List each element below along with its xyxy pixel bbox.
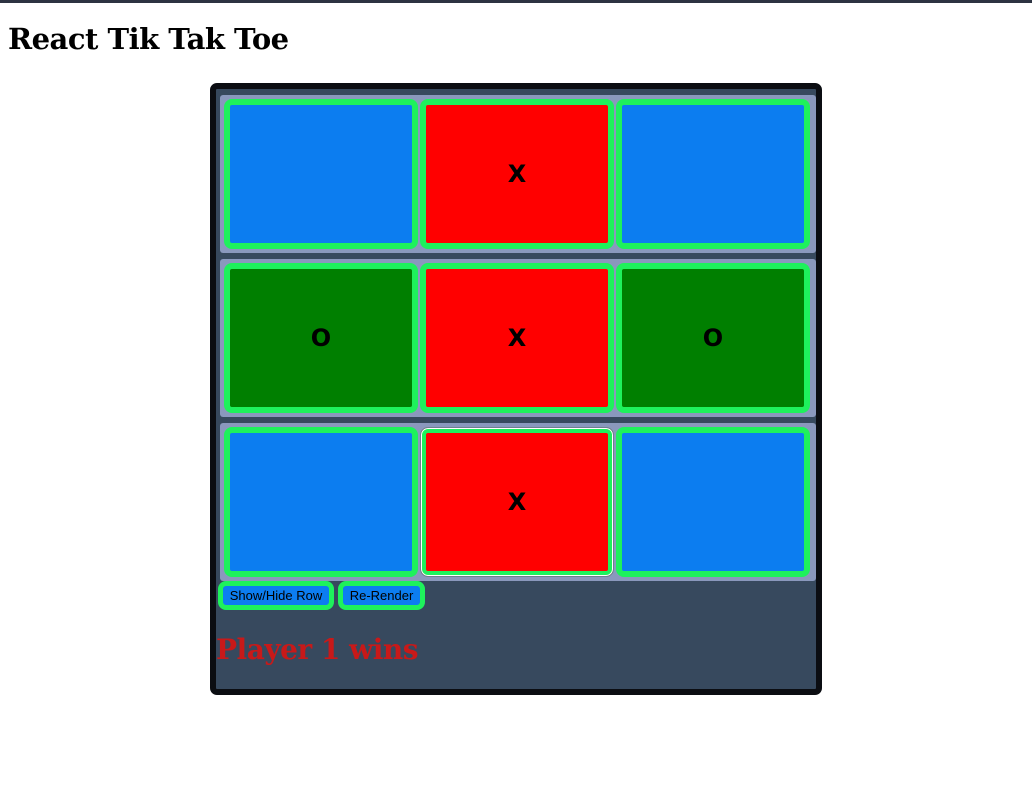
board-cell-3-2[interactable]: X (420, 427, 614, 577)
board-row-3: X (220, 423, 816, 581)
board-cell-2-2[interactable]: X (420, 263, 614, 413)
board-cell-2-1[interactable]: O (224, 263, 418, 413)
game-status: Player 1 wins (216, 633, 419, 666)
board-cell-3-1[interactable] (224, 427, 418, 577)
board-cell-2-3[interactable]: O (616, 263, 810, 413)
re-render-button[interactable]: Re-Render (338, 581, 425, 610)
game-board: X O X O X Show/Hide Row Re-Render Player… (210, 83, 822, 695)
board-row-2: O X O (220, 259, 816, 417)
board-cell-1-1[interactable] (224, 99, 418, 249)
show-hide-row-button[interactable]: Show/Hide Row (218, 581, 334, 610)
page-title: React Tik Tak Toe (8, 22, 289, 56)
board-cell-3-3[interactable] (616, 427, 810, 577)
board-cell-1-2[interactable]: X (420, 99, 614, 249)
board-row-1: X (220, 95, 816, 253)
top-border (0, 0, 1032, 3)
board-cell-1-3[interactable] (616, 99, 810, 249)
